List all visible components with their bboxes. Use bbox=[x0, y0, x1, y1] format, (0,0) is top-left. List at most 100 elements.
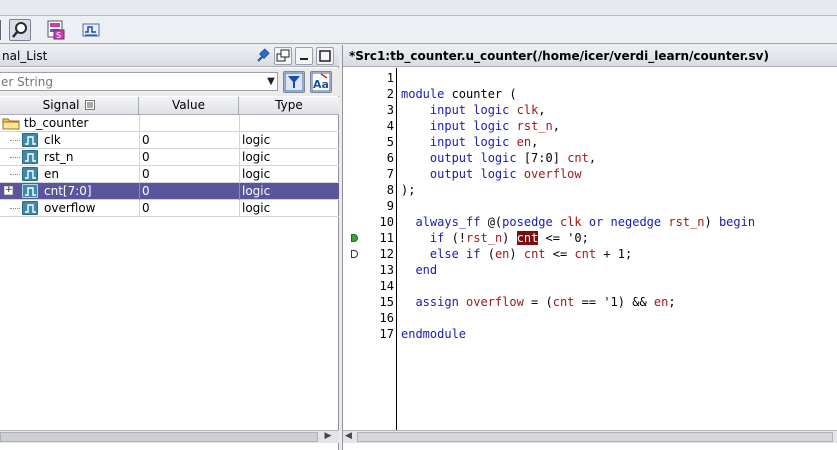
signal-type: logic bbox=[242, 167, 271, 181]
code-line: endmodule bbox=[401, 327, 467, 341]
undock-icon bbox=[276, 49, 290, 62]
line-number: 15 bbox=[379, 295, 394, 309]
signal-row[interactable]: clk 0 logic bbox=[0, 132, 339, 149]
signal-name: en bbox=[44, 167, 59, 181]
scrollbar-thumb[interactable] bbox=[357, 432, 833, 442]
signal-list-panel: nal_List ▼ bbox=[0, 45, 339, 450]
scroll-right-icon[interactable]: ▶ bbox=[321, 431, 335, 442]
gutter-divider bbox=[396, 68, 397, 430]
signal-row[interactable]: rst_n 0 logic bbox=[0, 149, 339, 166]
waveform-button[interactable] bbox=[80, 19, 102, 41]
line-number: 5 bbox=[386, 135, 394, 149]
signal-icon bbox=[22, 184, 38, 198]
maximize-button[interactable] bbox=[316, 47, 334, 65]
line-number: 2 bbox=[386, 87, 394, 101]
signal-row-selected[interactable]: + cnt[7:0] 0 logic bbox=[0, 183, 339, 200]
line-number: 17 bbox=[379, 327, 394, 341]
signal-value: 0 bbox=[142, 150, 150, 164]
menu-strip bbox=[0, 0, 837, 16]
line-number: 1 bbox=[386, 71, 394, 85]
signal-icon bbox=[22, 150, 38, 164]
signal-grid-header: Signal Value Type bbox=[0, 97, 339, 115]
signal-name: cnt[7:0] bbox=[44, 184, 92, 198]
line-number: 4 bbox=[386, 119, 394, 133]
signal-type: logic bbox=[242, 150, 271, 164]
code-line: input logic en, bbox=[401, 135, 539, 149]
code-line: always_ff @(posedge clk or negedge rst_n… bbox=[401, 215, 756, 229]
line-number: 14 bbox=[379, 279, 394, 293]
signal-name: rst_n bbox=[44, 150, 74, 164]
signal-type: logic bbox=[242, 133, 271, 147]
toolbar-separator bbox=[0, 19, 4, 41]
signal-name: overflow bbox=[44, 201, 96, 215]
scope-row[interactable]: tb_counter bbox=[0, 115, 339, 132]
signal-icon bbox=[22, 133, 38, 147]
code-line: assign overflow = (cnt == '1) && en; bbox=[401, 295, 676, 309]
line-number: 3 bbox=[386, 103, 394, 117]
line-number: 10 bbox=[379, 215, 394, 229]
match-case-button[interactable]: Aa bbox=[310, 71, 332, 93]
horizontal-scrollbar[interactable]: ▶ bbox=[0, 430, 339, 443]
code-line: input logic rst_n, bbox=[401, 119, 560, 133]
svg-text:S: S bbox=[56, 31, 61, 40]
column-header-value[interactable]: Value bbox=[139, 97, 239, 115]
line-number: 16 bbox=[379, 311, 394, 325]
column-label: Value bbox=[172, 98, 205, 112]
minimize-button[interactable] bbox=[295, 47, 313, 65]
signal-value: 0 bbox=[142, 167, 150, 181]
signal-value: 0 bbox=[142, 184, 150, 198]
scope-name: tb_counter bbox=[24, 116, 89, 130]
code-line: output logic overflow bbox=[401, 167, 582, 181]
expand-icon[interactable]: + bbox=[4, 186, 13, 195]
code-line: ); bbox=[401, 183, 416, 197]
code-line: end bbox=[401, 263, 438, 277]
column-label: Signal bbox=[42, 98, 80, 112]
signal-list-titlebar: nal_List bbox=[0, 45, 339, 67]
source-title: *Src1:tb_counter.u_counter(/home/icer/ve… bbox=[349, 49, 769, 63]
maximize-icon bbox=[319, 50, 331, 62]
code-line: else if (en) cnt <= cnt + 1; bbox=[401, 247, 633, 261]
signal-list-icon: S bbox=[47, 20, 65, 40]
code-line: input logic clk, bbox=[401, 103, 546, 117]
signal-type: logic bbox=[242, 184, 271, 198]
source-panel: *Src1:tb_counter.u_counter(/home/icer/ve… bbox=[342, 45, 837, 450]
pin-icon bbox=[257, 48, 270, 62]
horizontal-scrollbar[interactable]: ◀ bbox=[343, 430, 837, 443]
search-icon bbox=[12, 22, 27, 38]
pin-button[interactable] bbox=[253, 47, 271, 65]
line-number: 8 bbox=[386, 183, 394, 197]
scroll-left-icon[interactable]: ◀ bbox=[345, 431, 355, 442]
code-line: if (!rst_n) cnt <= '0; bbox=[401, 231, 589, 245]
match-case-icon: Aa bbox=[311, 72, 331, 92]
signal-icon bbox=[22, 201, 38, 215]
undock-button[interactable] bbox=[274, 47, 292, 65]
sort-icon bbox=[85, 100, 96, 110]
column-header-signal[interactable]: Signal bbox=[0, 97, 139, 115]
minimize-icon bbox=[300, 58, 308, 60]
line-number: 6 bbox=[386, 151, 394, 165]
source-titlebar: *Src1:tb_counter.u_counter(/home/icer/ve… bbox=[343, 45, 837, 67]
signal-icon bbox=[22, 167, 38, 181]
column-label: Type bbox=[275, 98, 303, 112]
line-number: 13 bbox=[379, 263, 394, 277]
column-header-type[interactable]: Type bbox=[239, 97, 339, 115]
waveform-icon bbox=[82, 23, 100, 37]
filter-input[interactable] bbox=[0, 72, 278, 91]
search-button[interactable] bbox=[9, 19, 31, 41]
line-number: 7 bbox=[386, 167, 394, 181]
signal-row[interactable]: overflow 0 logic bbox=[0, 200, 339, 217]
line-number: 9 bbox=[386, 199, 394, 213]
filter-button[interactable] bbox=[283, 71, 305, 93]
signal-row[interactable]: en 0 logic bbox=[0, 166, 339, 183]
highlighted-token: cnt bbox=[516, 231, 539, 245]
signal-value: 0 bbox=[142, 133, 150, 147]
chevron-down-icon[interactable]: ▼ bbox=[263, 73, 279, 90]
code-line: module counter ( bbox=[401, 87, 517, 101]
signal-list-button[interactable]: S bbox=[45, 19, 67, 41]
code-line: output logic [7:0] cnt, bbox=[401, 151, 597, 165]
scrollbar-thumb[interactable] bbox=[0, 432, 318, 442]
filter-icon bbox=[284, 72, 304, 92]
folder-icon bbox=[2, 118, 20, 130]
svg-text:Aa: Aa bbox=[313, 78, 329, 91]
filter-bar: ▼ Aa bbox=[0, 68, 339, 96]
